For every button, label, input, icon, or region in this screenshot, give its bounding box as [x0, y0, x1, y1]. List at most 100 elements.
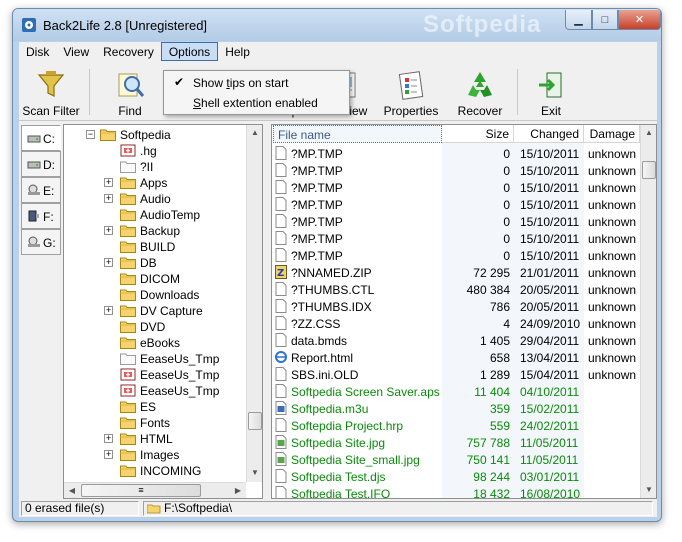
tree-root-softpedia[interactable]: − Softpedia — [64, 127, 244, 143]
tree-item[interactable]: + Images — [64, 447, 244, 463]
drive-tab-d[interactable]: D: — [21, 151, 61, 177]
expand-icon[interactable]: + — [104, 178, 113, 187]
file-list-vertical-scrollbar[interactable]: ▲ ▼ — [640, 125, 656, 498]
file-cell-name: data.bmds — [291, 334, 348, 348]
close-button[interactable]: ✕ — [618, 10, 661, 30]
menu-item-shell-extension[interactable]: Shell extention enabled — [166, 93, 347, 113]
tree-item[interactable]: eBooks — [64, 335, 244, 351]
properties-button[interactable]: Properties — [377, 63, 445, 121]
tree-item[interactable]: + Apps — [64, 175, 244, 191]
tree-item-label: Images — [140, 448, 180, 462]
tree-item[interactable]: INCOMING — [64, 463, 244, 479]
file-cell-name: Softpedia.m3u — [291, 402, 369, 416]
tree-vertical-scrollbar[interactable]: ▲ ▼ — [246, 125, 262, 482]
tree-item[interactable]: Fonts — [64, 415, 244, 431]
tree-item[interactable]: ?II — [64, 159, 244, 175]
file-row[interactable]: Z ?NNAMED.ZIP 72 295 21/01/2011 unknown — [272, 264, 640, 281]
column-header-size[interactable]: Size — [442, 125, 514, 143]
file-row[interactable]: ?ZZ.CSS 4 24/09/2010 unknown — [272, 315, 640, 332]
menu-recovery[interactable]: Recovery — [96, 42, 161, 61]
expand-icon[interactable]: + — [104, 258, 113, 267]
file-row[interactable]: data.bmds 1 405 29/04/2011 unknown — [272, 332, 640, 349]
file-row[interactable]: Softpedia Screen Saver.aps 11 404 04/10/20… — [272, 383, 640, 400]
scroll-up-button[interactable]: ▲ — [641, 125, 656, 141]
file-row[interactable]: Softepdia Project.hrp 559 24/02/2011 — [272, 417, 640, 434]
scroll-thumb[interactable] — [642, 161, 656, 179]
file-row[interactable]: ?MP.TMP 0 15/10/2011 unknown — [272, 179, 640, 196]
drive-tab-e[interactable]: E: — [21, 177, 61, 203]
drive-tab-c[interactable]: C: — [21, 125, 61, 151]
expand-icon[interactable]: + — [104, 434, 113, 443]
column-header-changed[interactable]: Changed — [514, 125, 584, 143]
collapse-icon[interactable]: − — [86, 130, 95, 139]
tree-item[interactable]: + HTML — [64, 431, 244, 447]
scroll-up-button[interactable]: ▲ — [247, 125, 262, 141]
file-row[interactable]: Softpedia Test.IFO 18 432 16/08/2010 — [272, 485, 640, 498]
file-cell-size: 72 295 — [473, 266, 510, 280]
menu-disk[interactable]: Disk — [19, 42, 56, 61]
file-cell-damage: unknown — [588, 351, 637, 365]
tree-item[interactable]: + DV Capture — [64, 303, 244, 319]
scan-filter-button[interactable]: Scan Filter — [19, 63, 83, 121]
scroll-down-button[interactable]: ▼ — [247, 465, 262, 481]
column-header-name[interactable]: File name — [273, 125, 442, 143]
file-row[interactable]: ?MP.TMP 0 15/10/2011 unknown — [272, 230, 640, 247]
file-row[interactable]: ?MP.TMP 0 15/10/2011 unknown — [272, 162, 640, 179]
menu-options[interactable]: Options — [160, 42, 219, 61]
expand-icon[interactable]: + — [104, 450, 113, 459]
tree-item[interactable]: DVD — [64, 319, 244, 335]
file-icon — [275, 384, 287, 398]
tree-item[interactable]: EeaseUs_Tmp — [64, 383, 244, 399]
file-row[interactable]: ?MP.TMP 0 15/10/2011 unknown — [272, 145, 640, 162]
tree-item-label: ?II — [140, 160, 154, 174]
tree-item[interactable]: AudioTemp — [64, 207, 244, 223]
file-cell-name: ?MP.TMP — [291, 181, 343, 195]
file-row[interactable]: ?MP.TMP 0 15/10/2011 unknown — [272, 213, 640, 230]
file-row[interactable]: Softpedia Site.jpg 757 788 11/05/2011 — [272, 434, 640, 451]
file-row[interactable]: Softpedia Site_small.jpg 750 141 11/05/201… — [272, 451, 640, 468]
scroll-down-button[interactable]: ▼ — [641, 482, 656, 498]
scroll-thumb[interactable] — [248, 412, 262, 430]
file-row[interactable]: Softpedia.m3u 359 15/02/2011 — [272, 400, 640, 417]
tree-item[interactable]: EeaseUs_Tmp — [64, 351, 244, 367]
expand-icon[interactable]: + — [104, 226, 113, 235]
menu-item-show-tips[interactable]: ✔ Show tips on start — [166, 73, 347, 93]
scroll-thumb[interactable]: ≡ — [81, 484, 201, 497]
scroll-right-button[interactable]: ▶ — [230, 483, 246, 498]
tree-item[interactable]: + DB — [64, 255, 244, 271]
recover-button[interactable]: Recover — [447, 63, 513, 121]
tree-item[interactable]: + Audio — [64, 191, 244, 207]
file-row[interactable]: ?MP.TMP 0 15/10/2011 unknown — [272, 247, 640, 264]
tree-item[interactable]: .hg — [64, 143, 244, 159]
tree-item[interactable]: DICOM — [64, 271, 244, 287]
scroll-left-button[interactable]: ◀ — [64, 483, 80, 498]
file-row[interactable]: SBS.ini.OLD 1 289 15/04/2011 unknown — [272, 366, 640, 383]
tree-item[interactable]: + Backup — [64, 223, 244, 239]
tree-item[interactable]: BUILD — [64, 239, 244, 255]
tree-horizontal-scrollbar[interactable]: ◀ ≡ ▶ — [64, 482, 246, 498]
drive-tab-f[interactable]: F: — [21, 203, 61, 229]
file-icon — [275, 367, 287, 381]
drive-tab-g[interactable]: G: — [21, 229, 61, 255]
file-cell-size: 750 141 — [466, 453, 510, 467]
column-header-damage[interactable]: Damage — [584, 125, 640, 143]
expand-icon[interactable]: + — [104, 194, 113, 203]
file-row[interactable]: ?THUMBS.CTL 480 384 20/05/2011 unknown — [272, 281, 640, 298]
expand-icon[interactable]: + — [104, 306, 113, 315]
menu-help[interactable]: Help — [218, 42, 257, 61]
find-button[interactable]: Find — [99, 63, 161, 121]
title-bar[interactable]: Back2Life 2.8 [Unregistered] Softpedia ▁… — [13, 9, 661, 41]
maximize-button[interactable]: □ — [592, 10, 618, 30]
file-icon — [275, 163, 287, 177]
minimize-button[interactable]: ▁ — [565, 10, 592, 30]
menu-view[interactable]: View — [56, 42, 96, 61]
exit-button[interactable]: Exit — [525, 63, 577, 121]
file-row[interactable]: Report.html 658 13/04/2011 unknown — [272, 349, 640, 366]
tree-item[interactable]: ES — [64, 399, 244, 415]
tree-item[interactable]: EeaseUs_Tmp — [64, 367, 244, 383]
funnel-icon — [37, 71, 65, 97]
file-row[interactable]: ?MP.TMP 0 15/10/2011 unknown — [272, 196, 640, 213]
tree-item[interactable]: Downloads — [64, 287, 244, 303]
file-row[interactable]: ?THUMBS.IDX 786 20/05/2011 unknown — [272, 298, 640, 315]
file-row[interactable]: Softpedia Test.djs 98 244 03/01/2011 — [272, 468, 640, 485]
